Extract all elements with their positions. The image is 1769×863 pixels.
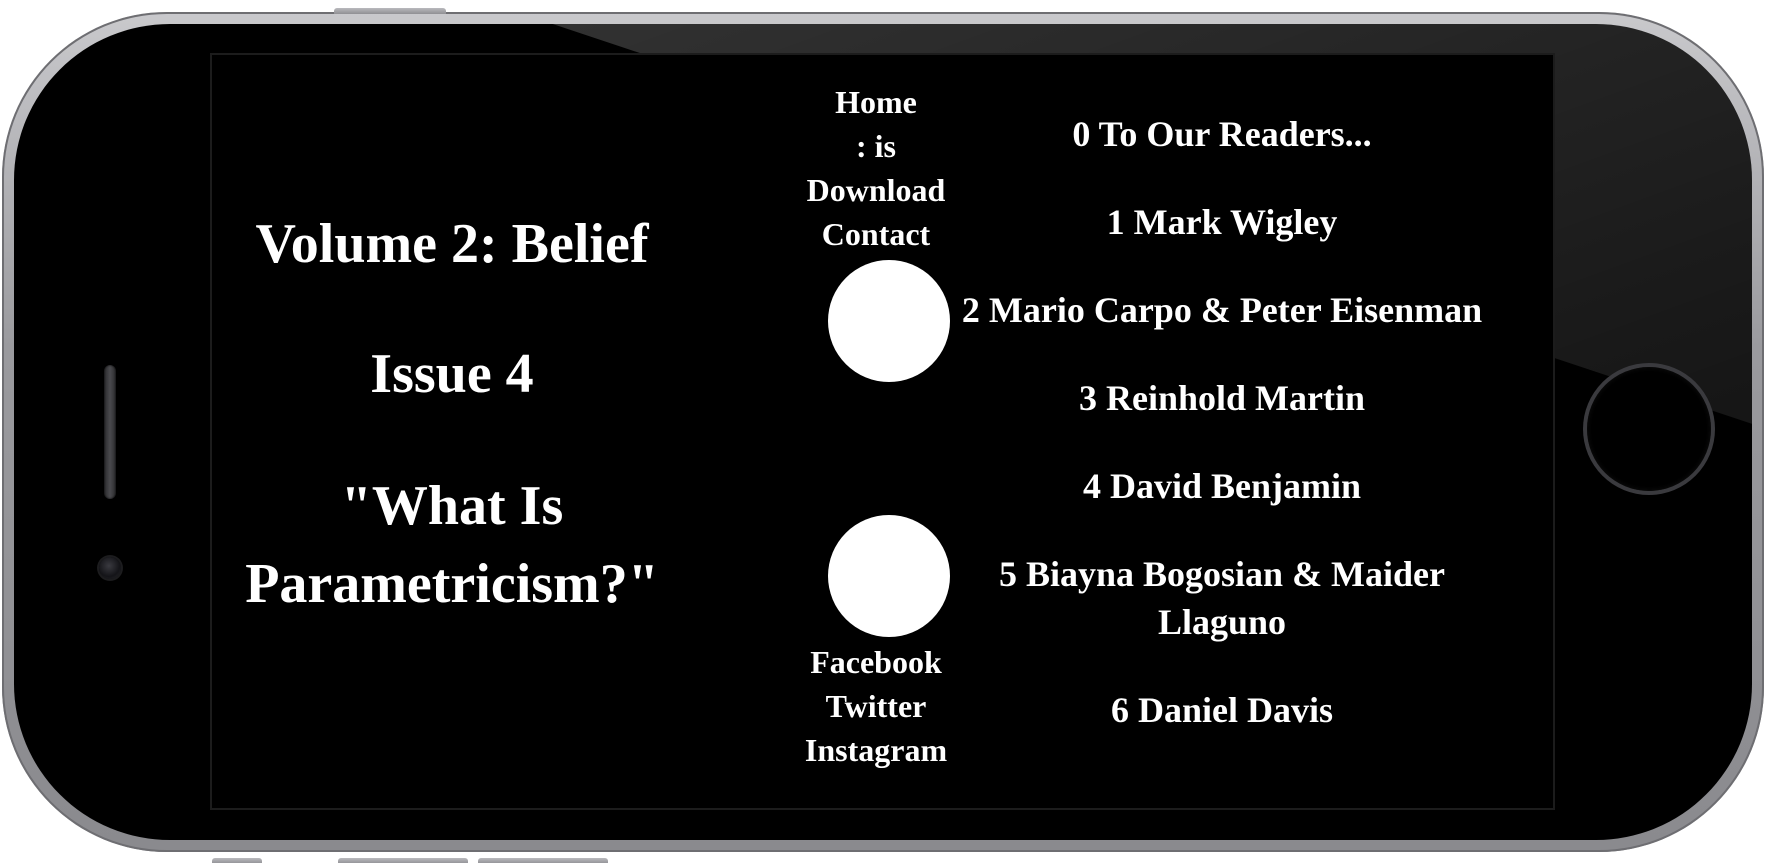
- camera-icon: [99, 557, 121, 579]
- article-list: 0 To Our Readers... 1 Mark Wigley 2 Mari…: [942, 110, 1502, 774]
- volume-down-button: [478, 858, 608, 863]
- article-link-3[interactable]: 3 Reinhold Martin: [942, 374, 1502, 422]
- issue-title-line-2: Parametricism?": [245, 553, 659, 615]
- circle-icon[interactable]: [828, 515, 950, 637]
- device-screen: Volume 2: Belief Issue 4 "What Is Parame…: [210, 53, 1555, 810]
- home-button[interactable]: [1587, 367, 1711, 491]
- circle-icon[interactable]: [828, 260, 950, 382]
- stage: Volume 2: Belief Issue 4 "What Is Parame…: [0, 0, 1769, 863]
- article-link-2[interactable]: 2 Mario Carpo & Peter Eisenman: [942, 286, 1502, 334]
- volume-up-button: [338, 858, 468, 863]
- mute-switch: [212, 858, 262, 863]
- issue-number: Issue 4: [370, 343, 534, 405]
- speaker-icon: [104, 365, 116, 499]
- issue-title-line-1: "What Is: [340, 475, 564, 537]
- power-button: [334, 8, 446, 14]
- article-link-1[interactable]: 1 Mark Wigley: [942, 198, 1502, 246]
- page-content: Volume 2: Belief Issue 4 "What Is Parame…: [212, 55, 1553, 808]
- article-link-0[interactable]: 0 To Our Readers...: [942, 110, 1502, 158]
- article-link-6[interactable]: 6 Daniel Davis: [942, 686, 1502, 734]
- article-link-4[interactable]: 4 David Benjamin: [942, 462, 1502, 510]
- issue-title-block: Volume 2: Belief Issue 4 "What Is Parame…: [232, 205, 672, 623]
- volume-title: Volume 2: Belief: [255, 213, 649, 275]
- article-link-5[interactable]: 5 Biayna Bogosian & Maider Llaguno: [942, 550, 1502, 646]
